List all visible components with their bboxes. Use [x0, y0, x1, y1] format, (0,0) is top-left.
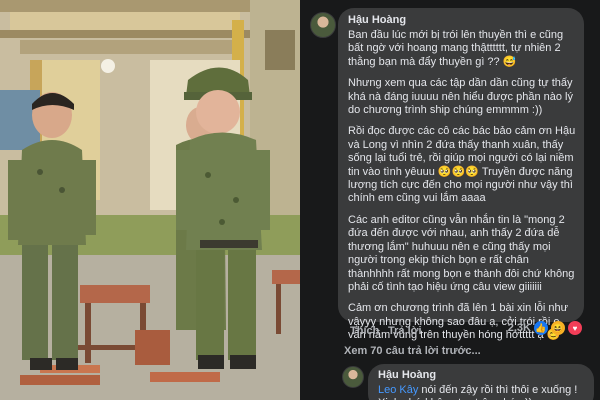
- love-reaction-icon: ♥: [568, 321, 582, 335]
- comment-paragraph: Các anh editor cũng vẫn nhắn tin là "mon…: [348, 213, 575, 293]
- mention-link[interactable]: Leo Kây: [378, 384, 418, 396]
- like-button[interactable]: Thích: [350, 325, 379, 337]
- reply-text: Leo Kây nói đến zậy rồi thì thôi e xuống…: [378, 384, 586, 400]
- comment-paragraph: Nhưng xem qua các tập dần dần cũng tự th…: [348, 77, 573, 117]
- comment-panel: Hậu Hoàng Ban đầu lúc mới bị trói lên th…: [300, 0, 600, 400]
- avatar[interactable]: [342, 366, 364, 388]
- photo-scene: [0, 0, 300, 400]
- comment-paragraph: Rồi đọc được các cô các bác bảo cảm ơn H…: [348, 125, 576, 205]
- reply-bubble: Hậu Hoàng Leo Kây nói đến zậy rồi thì th…: [368, 364, 594, 400]
- comment-author[interactable]: Hậu Hoàng: [348, 14, 576, 26]
- comment-paragraph: Ban đầu lúc mới bị trói lên thuyền thì e…: [348, 29, 564, 68]
- reaction-count: 2,3K: [507, 322, 531, 334]
- avatar[interactable]: [310, 12, 336, 38]
- haha-reaction-icon: 😆: [551, 321, 565, 335]
- like-reaction-icon: 👍: [534, 321, 548, 335]
- tv-show-photo: [0, 0, 300, 400]
- reactions[interactable]: 2,3K 👍 😆 ♥: [508, 321, 582, 335]
- reply-author[interactable]: Hậu Hoàng: [378, 369, 586, 381]
- reply-button[interactable]: Trả lời: [388, 325, 422, 337]
- view-previous-replies-link[interactable]: Xem 70 câu trả lời trước...: [344, 345, 481, 357]
- comment-bubble: Hậu Hoàng Ban đầu lúc mới bị trói lên th…: [338, 8, 584, 341]
- comment-text: Ban đầu lúc mới bị trói lên thuyền thì e…: [348, 29, 576, 343]
